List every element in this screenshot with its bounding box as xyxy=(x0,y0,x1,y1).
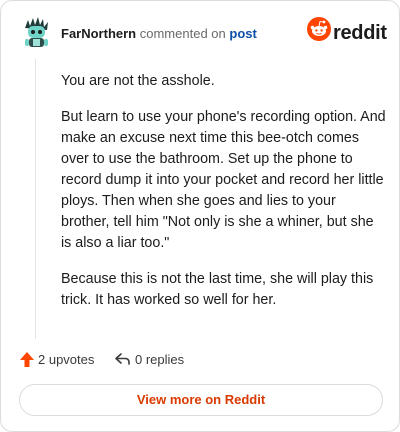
view-more-button[interactable]: View more on Reddit xyxy=(19,384,383,416)
reddit-wordmark: reddit xyxy=(333,22,387,44)
comment-header: FarNorthern commented on post reddit xyxy=(19,16,387,50)
thread-line xyxy=(35,59,36,339)
post-link[interactable]: post xyxy=(229,26,256,41)
reply-arrow-icon xyxy=(115,353,130,365)
upvote-arrow-icon xyxy=(20,352,34,367)
reply-count: 0 replies xyxy=(135,352,185,367)
user-avatar-icon[interactable] xyxy=(19,16,53,50)
commented-on-text: commented on xyxy=(139,26,226,41)
comment-actions: 2 upvotes 0 replies xyxy=(19,351,381,369)
author-name[interactable]: FarNorthern xyxy=(61,26,136,41)
comment-body: You are not the asshole. But learn to us… xyxy=(61,71,387,326)
comment-paragraph: But learn to use your phone's recording … xyxy=(61,109,386,251)
reddit-brand[interactable]: reddit xyxy=(307,17,387,49)
comment-paragraph: You are not the asshole. xyxy=(61,73,215,89)
reddit-logo-icon xyxy=(307,17,331,41)
comment-paragraph: Because this is not the last time, she w… xyxy=(61,271,374,308)
comment-meta: FarNorthern commented on post xyxy=(61,26,257,42)
upvote-count: 2 upvotes xyxy=(38,352,95,367)
comment-embed-card: FarNorthern commented on post reddit You… xyxy=(0,0,400,432)
